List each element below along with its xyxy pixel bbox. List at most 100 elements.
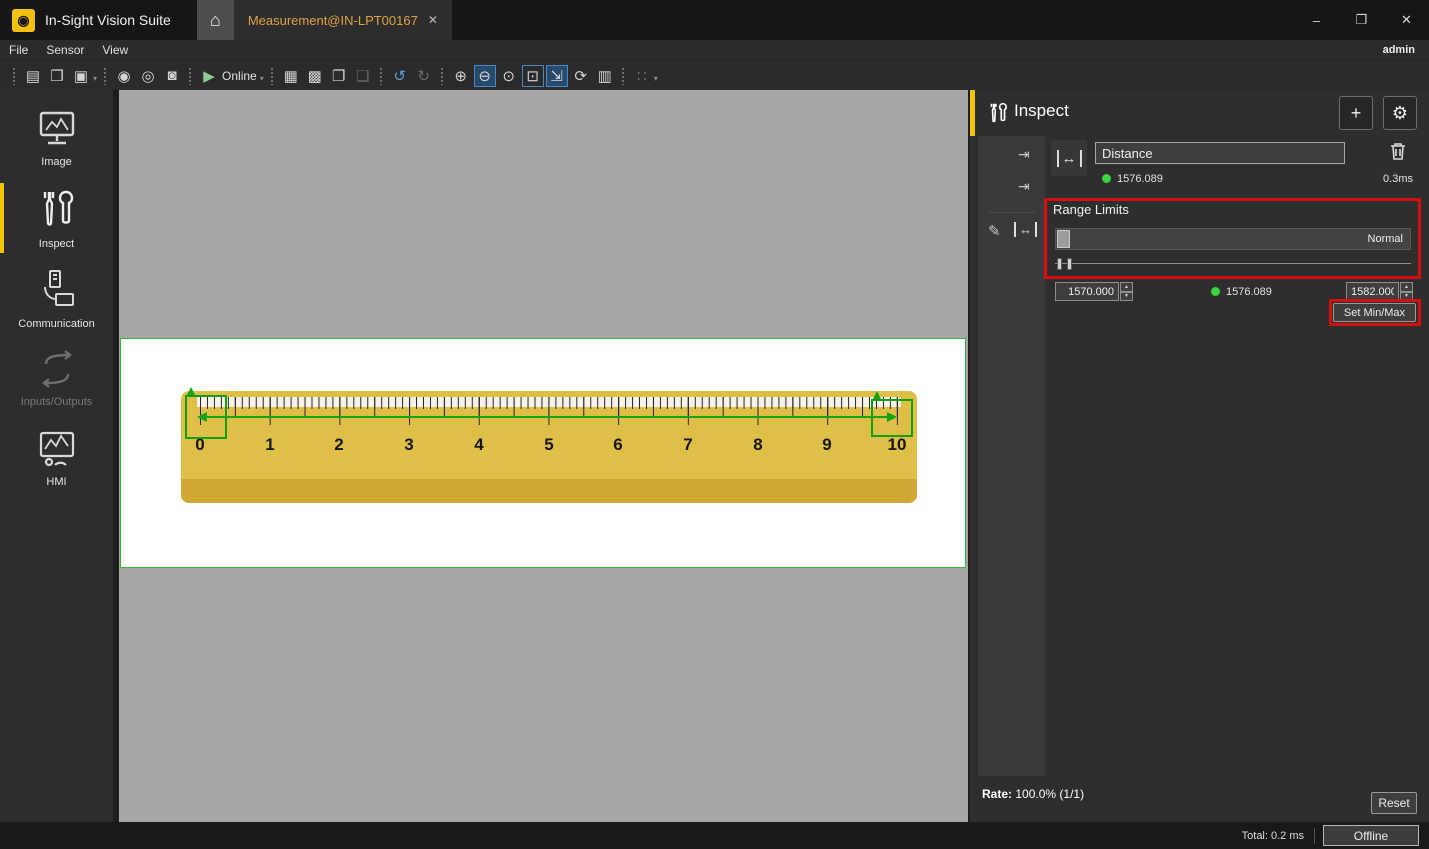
sidebar-label-image: Image [41, 156, 72, 168]
range-min-spinner[interactable]: ▲ ▼ [1120, 282, 1133, 301]
title-bar: ◉ In-Sight Vision Suite ⌂ Measurement@IN… [0, 0, 1429, 40]
ruler-number: 4 [474, 435, 483, 455]
strip-divider [988, 212, 1036, 221]
current-value-dot [1211, 287, 1220, 296]
menu-sensor[interactable]: Sensor [37, 43, 93, 57]
zoom-actual-button[interactable]: ⊙ [498, 65, 520, 87]
image-overlay-button[interactable]: ▩ [304, 65, 326, 87]
min-spin-down-icon[interactable]: ▼ [1120, 292, 1133, 302]
ruler-bottom-strip [181, 479, 917, 503]
extra-dropdown-icon[interactable]: ▾ [654, 74, 658, 83]
document-tab[interactable]: Measurement@IN-LPT00167 ✕ [234, 0, 452, 40]
sidebar-label-inputs-outputs: Inputs/Outputs [21, 396, 93, 408]
range-mode-slider[interactable]: Normal [1055, 228, 1411, 250]
distance-icon: ↔ [1057, 150, 1082, 167]
show-image-button[interactable]: ▥ [594, 65, 616, 87]
ruler-ticks [200, 397, 899, 425]
ruler-number: 5 [544, 435, 553, 455]
redo-button[interactable]: ↻ [413, 65, 435, 87]
snapshot-button[interactable]: ◎ [137, 65, 159, 87]
sidebar-item-hmi[interactable]: HMI [0, 418, 113, 498]
copy-button[interactable]: ❐ [328, 65, 350, 87]
sidebar-item-image[interactable]: Image [0, 98, 113, 178]
current-user-label: admin [1383, 44, 1415, 56]
maximize-button[interactable]: ❐ [1339, 0, 1384, 40]
acquired-image-area[interactable]: 0 1 2 3 4 5 6 7 8 9 10 [120, 338, 966, 568]
ruler-image: 0 1 2 3 4 5 6 7 8 9 10 [181, 391, 917, 503]
connection-status-button[interactable]: Offline [1323, 825, 1419, 846]
distance-tool-icon[interactable]: ↔ [1014, 222, 1037, 237]
snap-edge-icon-1[interactable]: ⇥ [1018, 146, 1030, 163]
sidebar-item-inspect[interactable]: Inspect [0, 178, 113, 258]
record-button[interactable]: ◙ [161, 65, 183, 87]
menu-view[interactable]: View [93, 43, 137, 57]
ruler-number: 9 [822, 435, 831, 455]
new-job-button[interactable]: ▤ [22, 65, 44, 87]
settings-gear-button[interactable]: ⚙ [1383, 96, 1417, 130]
undo-button[interactable]: ↺ [389, 65, 411, 87]
image-display-button[interactable]: ▦ [280, 65, 302, 87]
ruler-number: 7 [683, 435, 692, 455]
tab-close-icon[interactable]: ✕ [428, 13, 438, 27]
app-logo-icon: ◉ [12, 9, 35, 32]
max-spin-down-icon[interactable]: ▼ [1400, 292, 1413, 302]
distance-result-icon-box: ↔ [1051, 140, 1087, 176]
minimize-button[interactable]: – [1294, 0, 1339, 40]
range-limits-title: Range Limits [1053, 202, 1129, 217]
inputs-outputs-icon [34, 349, 80, 389]
ruler-number: 1 [265, 435, 274, 455]
max-spin-up-icon[interactable]: ▲ [1400, 282, 1413, 292]
distance-measure-line [203, 416, 893, 418]
status-bar: Total: 0.2 ms Offline [0, 822, 1429, 849]
save-job-button[interactable]: ▣ [70, 65, 92, 87]
snap-edge-icon-2[interactable]: ⇥ [1018, 178, 1030, 195]
paste-button[interactable]: ❏ [352, 65, 374, 87]
min-spin-up-icon[interactable]: ▲ [1120, 282, 1133, 292]
range-min-handle[interactable] [1057, 258, 1062, 270]
online-label[interactable]: Online [222, 69, 257, 83]
current-value-label: 1576.089 [1226, 286, 1272, 298]
range-mode-label: Normal [1368, 233, 1403, 245]
set-minmax-button[interactable]: Set Min/Max [1333, 303, 1416, 322]
range-max-spinner[interactable]: ▲ ▼ [1400, 282, 1413, 301]
home-tab[interactable]: ⌂ [197, 0, 234, 40]
edge-marker-right-icon [873, 391, 881, 399]
range-max-handle[interactable] [1067, 258, 1072, 270]
zoom-in-button[interactable]: ⊕ [450, 65, 472, 87]
zoom-region-button[interactable]: ⊡ [522, 65, 544, 87]
online-dropdown-icon[interactable]: ▾ [260, 74, 264, 83]
online-play-icon[interactable]: ▶ [198, 65, 220, 87]
rotate-view-button[interactable]: ⟳ [570, 65, 592, 87]
home-icon: ⌂ [210, 10, 221, 31]
range-max-input[interactable] [1346, 282, 1399, 301]
open-job-button[interactable]: ❒ [46, 65, 68, 87]
menu-file[interactable]: File [0, 43, 37, 57]
image-canvas[interactable]: 0 1 2 3 4 5 6 7 8 9 10 [119, 90, 968, 822]
tool-result-value: 1576.089 [1117, 173, 1163, 185]
main-toolbar: ▤ ❒ ▣ ▾ ◉ ◎ ◙ ▶ Online ▾ ▦ ▩ ❐ ❏ ↺ ↻ ⊕ ⊖… [0, 60, 1429, 90]
close-button[interactable]: ✕ [1384, 0, 1429, 40]
distance-arrow-right-icon [887, 412, 897, 422]
sidebar-label-communication: Communication [18, 318, 94, 330]
range-min-input[interactable] [1055, 282, 1119, 301]
live-camera-button[interactable]: ◉ [113, 65, 135, 87]
zoom-fit-button[interactable]: ⇲ [546, 65, 568, 87]
reset-button[interactable]: Reset [1371, 792, 1417, 814]
extra-tools-icon[interactable]: ∷ [631, 65, 653, 87]
save-dropdown-icon[interactable]: ▾ [93, 74, 97, 83]
app-window: ◉ In-Sight Vision Suite ⌂ Measurement@IN… [0, 0, 1429, 849]
range-mode-handle[interactable] [1057, 230, 1070, 248]
tool-pass-dot [1102, 174, 1111, 183]
sidebar-item-communication[interactable]: Communication [0, 258, 113, 338]
sidebar-label-hmi: HMI [46, 476, 66, 488]
tool-exec-time: 0.3ms [1367, 173, 1413, 185]
tool-name-input[interactable] [1095, 142, 1345, 164]
edge-marker-left-icon [187, 387, 195, 395]
inspect-tools-icon [986, 101, 1010, 125]
delete-tool-icon[interactable] [1389, 141, 1407, 161]
add-tool-button[interactable]: + [1339, 96, 1373, 130]
zoom-out-button[interactable]: ⊖ [474, 65, 496, 87]
logo-glyph: ◉ [17, 12, 29, 29]
range-slider-track[interactable] [1055, 258, 1411, 270]
pencil-edit-icon[interactable]: ✎ [988, 222, 1001, 240]
